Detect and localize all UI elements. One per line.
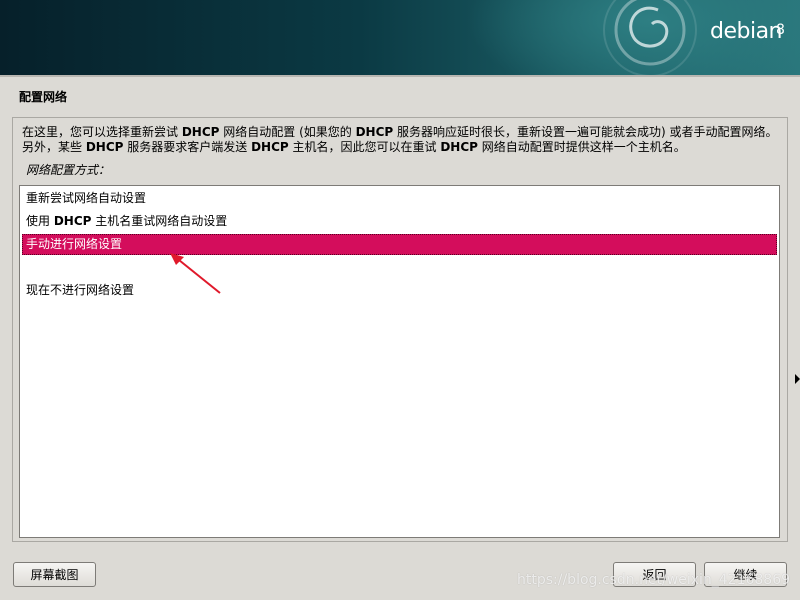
screenshot-button[interactable]: 屏幕截图 xyxy=(13,562,96,587)
debian-banner: debian 8 xyxy=(0,0,800,75)
debian-logo-text: debian xyxy=(710,19,783,44)
debian-version: 8 xyxy=(776,22,785,38)
continue-button[interactable]: 继续 xyxy=(704,562,787,587)
network-config-method-list[interactable]: 重新尝试网络自动设置 使用 DHCP 主机名重试网络自动设置 手动进行网络设置 … xyxy=(19,185,780,538)
debian-swirl-icon xyxy=(603,0,697,75)
option-retry-auto-config[interactable]: 重新尝试网络自动设置 xyxy=(22,188,777,209)
back-button[interactable]: 返回 xyxy=(613,562,696,587)
option-retry-with-dhcp-hostname[interactable]: 使用 DHCP 主机名重试网络自动设置 xyxy=(22,211,777,232)
option-prompt: 网络配置方式： xyxy=(26,163,111,177)
banner-divider xyxy=(0,75,800,77)
scroll-indicator-icon xyxy=(795,374,800,384)
page-title: 配置网络 xyxy=(19,90,68,104)
option-manual-config[interactable]: 手动进行网络设置 xyxy=(22,234,777,255)
option-skip-config[interactable]: 现在不进行网络设置 xyxy=(22,280,777,301)
option-blank xyxy=(22,257,777,278)
description-text: 在这里，您可以选择重新尝试 DHCP 网络自动配置 (如果您的 DHCP 服务器… xyxy=(22,125,778,154)
